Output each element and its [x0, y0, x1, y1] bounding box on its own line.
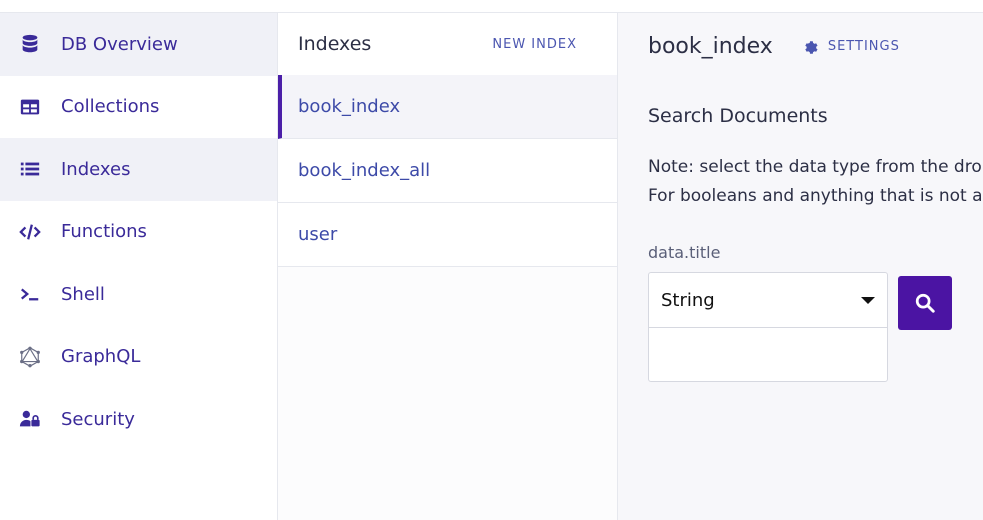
index-list-header: Indexes NEW INDEX — [278, 13, 617, 75]
sidebar-item-functions[interactable]: Functions — [0, 201, 277, 264]
sidebar-item-graphql[interactable]: GraphQL — [0, 326, 277, 389]
sidebar-item-shell[interactable]: Shell — [0, 263, 277, 326]
top-border — [0, 0, 983, 13]
note-line-1: Note: select the data type from the dro — [648, 157, 982, 177]
note-line-2: For booleans and anything that is not a — [648, 186, 983, 206]
index-item-book-index-all[interactable]: book_index_all — [278, 139, 617, 203]
settings-label: SETTINGS — [827, 38, 900, 54]
graphql-icon — [17, 346, 42, 368]
sidebar: DB Overview Collections Indexes Function… — [0, 13, 278, 520]
settings-button[interactable]: SETTINGS — [803, 39, 900, 54]
type-select-value: String — [661, 289, 715, 311]
page-title: book_index — [648, 33, 773, 59]
section-title: Search Documents — [648, 105, 828, 127]
index-list-panel: Indexes NEW INDEX book_index book_index_… — [278, 13, 618, 520]
code-icon — [17, 221, 42, 243]
sidebar-item-label: Collections — [61, 96, 160, 118]
sidebar-item-collections[interactable]: Collections — [0, 76, 277, 139]
table-icon — [17, 96, 42, 118]
index-item-book-index[interactable]: book_index — [278, 75, 617, 139]
search-icon — [915, 293, 935, 313]
database-icon — [17, 33, 42, 55]
sidebar-item-label: Indexes — [61, 158, 131, 180]
sidebar-item-label: Security — [61, 408, 135, 430]
sidebar-item-label: Shell — [61, 283, 105, 305]
index-detail-header: book_index SETTINGS — [618, 13, 983, 79]
sidebar-item-security[interactable]: Security — [0, 388, 277, 451]
sidebar-item-db-overview[interactable]: DB Overview — [0, 13, 277, 76]
note-text: Note: select the data type from the dro … — [648, 153, 983, 211]
sidebar-item-indexes[interactable]: Indexes — [0, 138, 277, 201]
sidebar-item-label: Functions — [61, 221, 147, 243]
search-button[interactable] — [898, 276, 952, 330]
terminal-icon — [17, 283, 42, 305]
index-list-title: Indexes — [298, 33, 372, 55]
new-index-button[interactable]: NEW INDEX — [492, 37, 577, 52]
index-detail-panel: book_index SETTINGS Search Documents Not… — [618, 13, 983, 520]
list-icon — [17, 158, 42, 180]
gear-icon — [805, 40, 818, 54]
sidebar-item-label: DB Overview — [61, 33, 178, 55]
term-value-input[interactable] — [649, 328, 887, 381]
sidebar-item-label: GraphQL — [61, 346, 141, 368]
caret-down-icon — [861, 296, 875, 304]
user-lock-icon — [17, 408, 42, 430]
index-item-user[interactable]: user — [278, 203, 617, 267]
type-select[interactable]: String — [649, 273, 887, 328]
term-field: String — [648, 272, 888, 382]
field-label: data.title — [648, 243, 721, 262]
